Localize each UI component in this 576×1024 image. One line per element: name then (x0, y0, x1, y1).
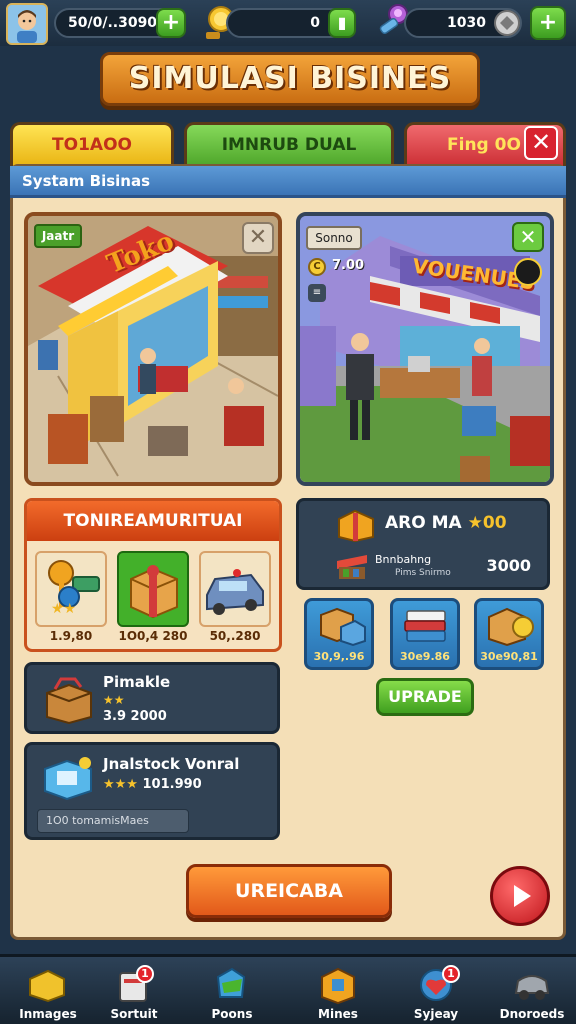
records-vehicle-icon (514, 975, 550, 1000)
heart-shield-icon (420, 969, 452, 1001)
tab-management[interactable]: IMNRUB DUAL (184, 122, 394, 166)
top-bar: 50/0/..3090 + 0 ▮ 1030 + (0, 0, 576, 46)
list-item-stock[interactable]: Jnalstock Vonral ★★★ 101.990 1O0 tomamis… (24, 742, 280, 840)
aroma-title: ARO MA ★00 (385, 513, 507, 533)
coins-action-button[interactable]: ▮ (328, 8, 356, 38)
main-action-button[interactable]: UREICABA (186, 864, 392, 918)
nav-label: Poons (211, 1007, 253, 1021)
boxes-icon (320, 607, 366, 647)
feature-price-gift: 1O0,4 280 (118, 629, 188, 643)
aroma-card[interactable]: ARO MA ★00 Bnnbahng Pims Snirmo 3000 (296, 498, 550, 590)
aroma-title-text: ARO MA (385, 513, 462, 533)
product-price: 30e90,81 (480, 650, 538, 663)
play-icon (514, 885, 531, 907)
list-item-title: Pimakle (103, 673, 171, 691)
settings-diamond-icon[interactable] (494, 10, 520, 36)
store-tag: Jaatr (34, 224, 82, 248)
mines-crate-icon (321, 967, 355, 1005)
shop-tag: Sonno (306, 226, 362, 250)
feature-price-car: 50,.280 (209, 629, 261, 643)
notification-badge: 1 (136, 965, 154, 983)
list-item-note-text: 1O0 tomamisMaes (46, 814, 149, 827)
menu-icon[interactable]: ≡ (308, 284, 326, 302)
close-button[interactable]: ✕ (524, 126, 558, 160)
play-button[interactable] (490, 866, 550, 926)
product-price: 30,9,.96 (313, 650, 365, 663)
list-item-title: Jnalstock Vonral (103, 755, 240, 773)
product-tile-boxes[interactable]: 30,9,.96 (304, 598, 374, 670)
title-banner: SIMULASI BISINES (100, 52, 480, 106)
gift-box-icon (130, 565, 178, 619)
feature-panel: TONIREAMURITUAI ★★ 1.9,80 1O0,4 280 50,.… (24, 498, 282, 652)
nav-item-points[interactable]: Poons (184, 965, 280, 1023)
open-box-icon (46, 677, 92, 725)
coins-value: 0 (310, 15, 320, 31)
coin-icon: C (308, 258, 326, 276)
images-icon (29, 969, 65, 1003)
aroma-box-icon (338, 509, 374, 543)
aroma-title-value: 00 (482, 513, 507, 533)
store-dismiss-button[interactable]: ✕ (242, 222, 274, 254)
feature-item-gift[interactable] (117, 551, 189, 627)
nav-label: Syjeay (413, 1007, 459, 1021)
subheader: Systam Bisinas (10, 166, 566, 198)
store-scene[interactable]: Jaatr Toko ✕ (24, 212, 282, 486)
product-price: 30e9.86 (400, 650, 450, 663)
list-item-pimakle[interactable]: Pimakle ★★ 3.9 2000 (24, 662, 280, 734)
product-tile-books[interactable]: 30e9.86 (390, 598, 460, 670)
list-item-note: 1O0 tomamisMaes (37, 809, 189, 833)
aroma-value: 3000 (486, 556, 531, 575)
add-gems-button[interactable]: + (530, 6, 566, 40)
stock-box-icon (44, 757, 92, 801)
shop-tools-button[interactable]: ✕ (512, 222, 544, 252)
product-tile-box-coin[interactable]: 30e90,81 (474, 598, 544, 670)
box-coin-icon (488, 607, 534, 647)
tab-store[interactable]: TO1AOO (10, 122, 174, 166)
shortcut-icon (119, 972, 147, 1002)
list-item-rating: ★★★ 101.990 (103, 777, 202, 792)
nav-label: Mines (318, 1007, 358, 1021)
shop-coin-value: 7.00 (332, 258, 365, 273)
bottom-nav: Inmages 1 Sortuit Poons Mines 1 Syjeay D… (0, 954, 576, 1024)
list-item-value: 101.990 (142, 777, 202, 792)
car-icon (206, 569, 264, 615)
tab-store-label: TO1AOO (52, 135, 132, 155)
shop-scene[interactable]: Sonno C 7.00 ≡ VOUENUES ✕ (296, 212, 554, 486)
feature-item-car[interactable] (199, 551, 271, 627)
nav-item-shortcut[interactable]: 1 Sortuit (86, 965, 182, 1023)
nav-label: Sortuit (110, 1007, 158, 1021)
avatar[interactable] (6, 3, 48, 45)
timer-icon (514, 258, 542, 286)
aroma-sub-label: Bnnbahng (375, 553, 432, 566)
nav-item-records[interactable]: Dnoroeds (484, 965, 576, 1023)
aroma-sub-detail: Pims Snirmo (395, 568, 451, 578)
books-icon (404, 610, 446, 642)
nav-label: Dnoroeds (499, 1007, 565, 1021)
nav-label: Inmages (19, 1007, 77, 1021)
list-item-stars: ★★ (103, 693, 125, 707)
feature-item-key[interactable]: ★★ (35, 551, 107, 627)
nav-item-mines[interactable]: Mines (290, 965, 386, 1023)
page-title: SIMULASI BISINES (128, 61, 452, 96)
feature-item-stars: ★★ (51, 601, 77, 617)
nav-item-syjeay[interactable]: 1 Syjeay (388, 965, 484, 1023)
list-item-stars: ★★★ (103, 777, 138, 792)
upgrade-button[interactable]: UPRADE (376, 678, 474, 716)
star-icon: ★ (467, 513, 483, 533)
nav-item-images[interactable]: Inmages (0, 965, 96, 1023)
tab-management-label: IMNRUB DUAL (221, 135, 357, 155)
notification-badge: 1 (442, 965, 460, 983)
list-item-value: 3.9 2000 (103, 709, 167, 724)
shop-stall-icon (337, 555, 367, 579)
feature-panel-title: TONIREAMURITUAI (27, 501, 279, 541)
points-icon (216, 967, 246, 998)
feature-price-key: 1.9,80 (49, 629, 93, 643)
player-avatar-icon (8, 5, 46, 43)
add-cash-button[interactable]: + (156, 8, 186, 38)
